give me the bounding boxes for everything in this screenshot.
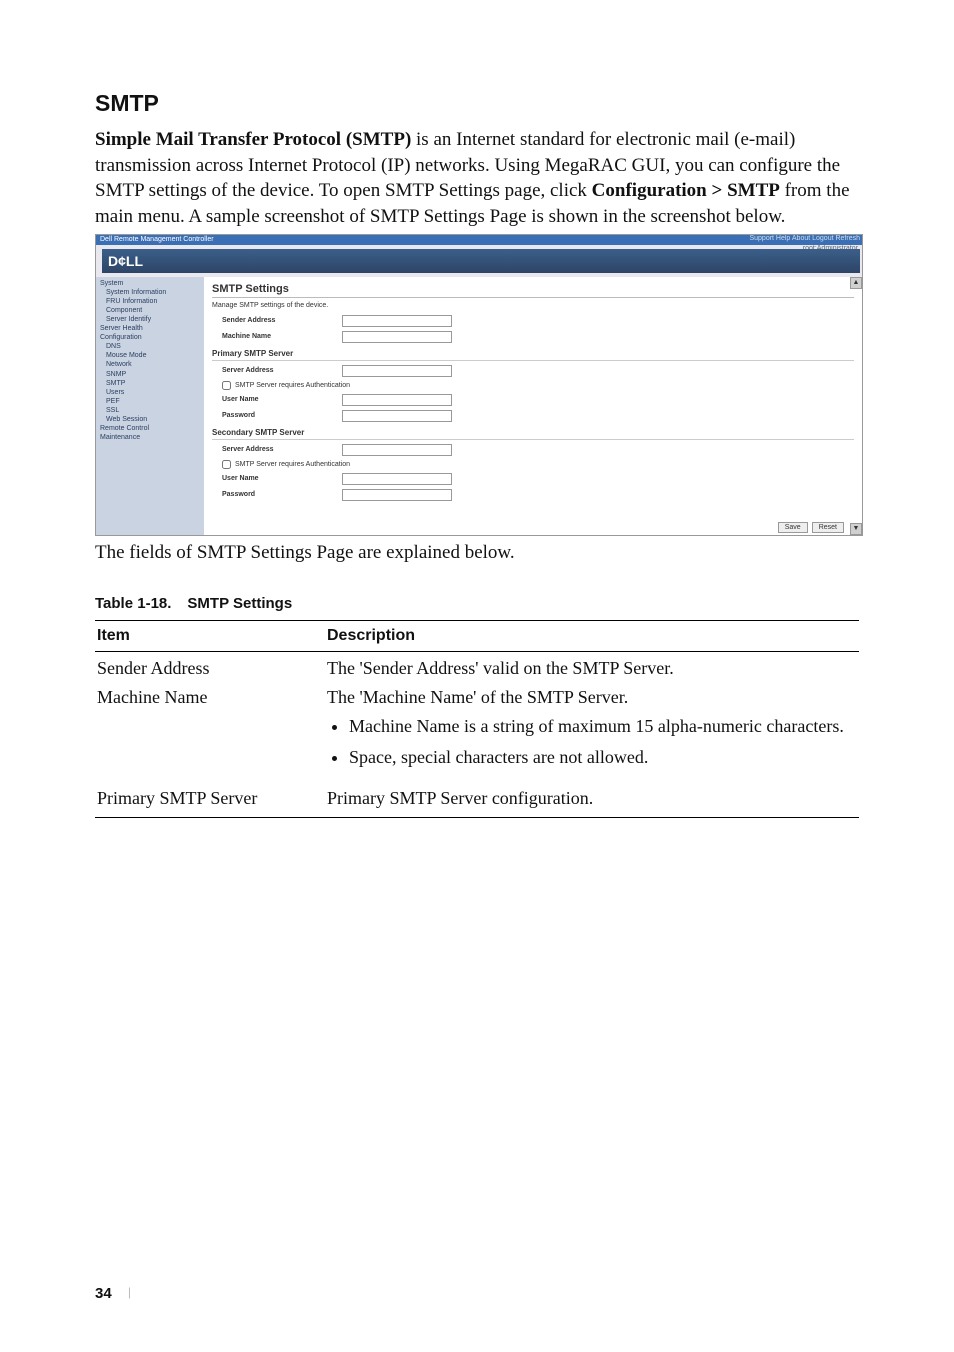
nav-item[interactable]: System <box>100 279 200 288</box>
sender-address-input[interactable] <box>342 315 452 327</box>
col-item: Item <box>95 621 325 652</box>
caption-under-screenshot: The fields of SMTP Settings Page are exp… <box>95 540 859 566</box>
user-name-label: User Name <box>212 396 342 403</box>
nav-item[interactable]: System Information <box>106 288 200 297</box>
nav-item[interactable]: SMTP <box>106 379 200 388</box>
password-label: Password <box>212 491 342 498</box>
user-name-label: User Name <box>212 475 342 482</box>
intro-paragraph: Simple Mail Transfer Protocol (SMTP) is … <box>95 127 859 230</box>
table-row: Machine Name The 'Machine Name' of the S… <box>95 681 859 780</box>
nav-item[interactable]: Component <box>106 306 200 315</box>
cell-item: Machine Name <box>95 681 325 780</box>
nav-item[interactable]: Mouse Mode <box>106 351 200 360</box>
secondary-server-header: Secondary SMTP Server <box>212 428 854 437</box>
ss-brand-bar: D¢LL <box>102 249 860 273</box>
nav-item[interactable]: DNS <box>106 342 200 351</box>
primary-auth-label: SMTP Server requires Authentication <box>235 382 350 389</box>
secondary-password-input[interactable] <box>342 489 452 501</box>
nav-item[interactable]: FRU Information <box>106 297 200 306</box>
table-row: Sender Address The 'Sender Address' vali… <box>95 652 859 682</box>
ss-sidebar: System System Information FRU Informatio… <box>96 277 204 536</box>
table-number: Table 1-18. <box>95 595 171 612</box>
primary-password-input[interactable] <box>342 410 452 422</box>
secondary-server-address-input[interactable] <box>342 444 452 456</box>
nav-item[interactable]: SSL <box>106 406 200 415</box>
secondary-auth-checkbox[interactable] <box>222 460 231 469</box>
lead-bold: Simple Mail Transfer Protocol (SMTP) <box>95 129 411 150</box>
list-item: Machine Name is a string of maximum 15 a… <box>349 716 855 737</box>
table-row: Primary SMTP Server Primary SMTP Server … <box>95 780 859 818</box>
ss-separator <box>212 297 854 298</box>
save-button[interactable]: Save <box>778 522 808 533</box>
cell-desc-text: The 'Machine Name' of the SMTP Server. <box>327 687 628 707</box>
nav-item[interactable]: Configuration <box>100 333 200 342</box>
table-title: SMTP Settings <box>187 595 292 612</box>
nav-item[interactable]: Web Session <box>106 415 200 424</box>
machine-name-input[interactable] <box>342 331 452 343</box>
password-label: Password <box>212 412 342 419</box>
scroll-down-icon[interactable]: ▼ <box>850 523 862 535</box>
nav-item[interactable]: Remote Control <box>100 424 200 433</box>
nav-item[interactable]: Server Health <box>100 324 200 333</box>
smtp-settings-table: Item Description Sender Address The 'Sen… <box>95 620 859 818</box>
cell-desc: The 'Machine Name' of the SMTP Server. M… <box>325 681 859 780</box>
nav-item[interactable]: PEF <box>106 397 200 406</box>
ss-top-links[interactable]: Support Help About Logout Refresh <box>749 235 860 245</box>
col-description: Description <box>325 621 859 652</box>
reset-button[interactable]: Reset <box>812 522 844 533</box>
secondary-user-input[interactable] <box>342 473 452 485</box>
dell-logo: D¢LL <box>108 253 143 269</box>
nav-item[interactable]: Network <box>106 360 200 369</box>
server-address-label: Server Address <box>212 446 342 453</box>
server-address-label: Server Address <box>212 367 342 374</box>
cell-item: Sender Address <box>95 652 325 682</box>
page-number: 34 <box>95 1285 112 1302</box>
section-heading: SMTP <box>95 90 859 117</box>
secondary-auth-label: SMTP Server requires Authentication <box>235 461 350 468</box>
ss-subseparator <box>212 360 854 361</box>
ss-page-title: SMTP Settings <box>212 283 854 295</box>
table-caption: Table 1-18. SMTP Settings <box>95 595 859 612</box>
ss-main: ▲ SMTP Settings Manage SMTP settings of … <box>204 277 862 535</box>
sender-address-label: Sender Address <box>212 317 342 324</box>
cell-desc: Primary SMTP Server configuration. <box>325 780 859 818</box>
scroll-up-icon[interactable]: ▲ <box>850 277 862 289</box>
list-item: Space, special characters are not allowe… <box>349 747 855 768</box>
cell-desc: The 'Sender Address' valid on the SMTP S… <box>325 652 859 682</box>
page-divider: | <box>128 1284 131 1300</box>
ss-titlebar: Dell Remote Management Controller <box>96 235 862 245</box>
nav-item[interactable]: Server Identify <box>106 315 200 324</box>
nav-item[interactable]: Users <box>106 388 200 397</box>
nav-item[interactable]: Maintenance <box>100 433 200 442</box>
smtp-screenshot: Dell Remote Management Controller Suppor… <box>95 234 863 536</box>
ss-subseparator <box>212 439 854 440</box>
primary-auth-checkbox[interactable] <box>222 381 231 390</box>
nav-item[interactable]: SNMP <box>106 370 200 379</box>
ss-desc: Manage SMTP settings of the device. <box>212 302 854 309</box>
nav-bold: Configuration > SMTP <box>592 180 780 201</box>
cell-item: Primary SMTP Server <box>95 780 325 818</box>
primary-user-input[interactable] <box>342 394 452 406</box>
primary-server-address-input[interactable] <box>342 365 452 377</box>
primary-server-header: Primary SMTP Server <box>212 349 854 358</box>
machine-name-label: Machine Name <box>212 333 342 340</box>
